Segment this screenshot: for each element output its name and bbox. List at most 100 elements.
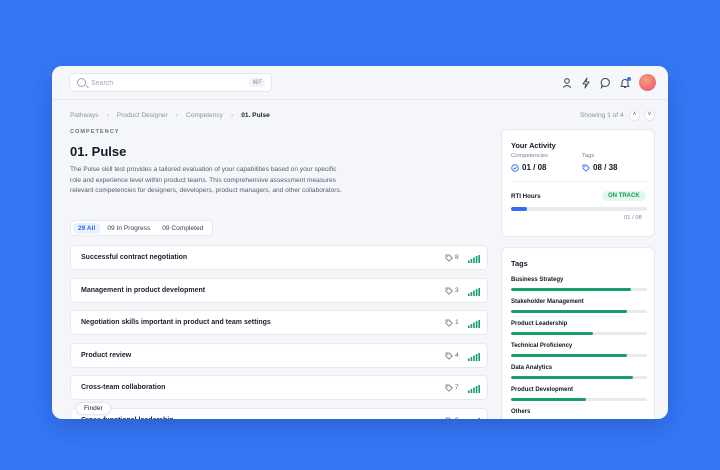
- competency-name: Management in product development: [81, 286, 206, 294]
- breadcrumb: Pathways › Product Designer › Competency › 01.…: [70, 112, 270, 119]
- filter-all[interactable]: 29 All: [73, 222, 101, 234]
- tag-level-bar: [511, 310, 647, 313]
- tag-item: Business Strategy: [511, 277, 647, 291]
- tag-level-bar: [511, 332, 647, 335]
- competency-name: Successful contract negotiation: [81, 254, 188, 261]
- pager-text: Showing 1 of 4: [580, 112, 624, 119]
- competencies-stat: 01 / 08: [511, 163, 546, 172]
- tag-icon: [582, 164, 590, 172]
- divider: [511, 181, 647, 182]
- signal-bars-icon: [468, 385, 480, 393]
- chevron-down-icon: ˅: [647, 112, 652, 118]
- tags-card: Tags Business Strategy Stakeholder Manage…: [501, 247, 655, 419]
- top-bar: ⌘F: [52, 66, 668, 100]
- tag-name: Stakeholder Management: [511, 299, 584, 305]
- bolt-icon[interactable]: [580, 77, 592, 89]
- tag-item: Technical Proficiency: [511, 343, 647, 357]
- rti-progress-bar: [511, 207, 647, 211]
- tag-level-bar: [511, 398, 647, 401]
- activity-card: Your Activity Competencies 01 / 08 Tags …: [501, 129, 655, 237]
- competency-name: Cross-team collaboration: [81, 384, 166, 391]
- tag-count: 9: [455, 417, 459, 420]
- tag-icon: [445, 384, 453, 392]
- avatar[interactable]: [639, 74, 656, 91]
- rti-hours-label: RTI Hours: [511, 193, 541, 200]
- table-row[interactable]: Cross-functional leadership 9: [70, 407, 488, 420]
- tags-title: Tags: [511, 259, 528, 268]
- table-row[interactable]: Management in product development 3: [70, 277, 488, 303]
- tag-count: 1: [455, 319, 459, 326]
- tag-icon: [445, 319, 453, 327]
- tag-level-bar: [511, 376, 647, 379]
- check-circle-icon: [511, 163, 519, 172]
- tag-count: 7: [455, 384, 459, 391]
- status-badge: ON TRACK: [602, 191, 646, 201]
- previous-button[interactable]: ˄: [629, 110, 640, 121]
- next-button[interactable]: ˅: [644, 110, 655, 121]
- notification-dot: [627, 77, 631, 81]
- tag-icon: [445, 287, 453, 295]
- breadcrumb-competency[interactable]: Competency: [186, 112, 223, 119]
- competencies-value: 01 / 08: [522, 163, 547, 172]
- tag-name: Product Leadership: [511, 321, 568, 327]
- chevron-up-icon: ˄: [632, 112, 637, 118]
- tag-item: Product Leadership: [511, 321, 647, 335]
- tag-level-bar: [511, 354, 647, 357]
- search-box[interactable]: ⌘F: [69, 73, 272, 92]
- competency-name: Negotiation skills important in product …: [81, 319, 271, 326]
- tag-level-fill: [511, 398, 586, 401]
- chat-icon[interactable]: [600, 77, 612, 89]
- search-shortcut: ⌘F: [249, 78, 265, 87]
- competencies-label: Competencies: [511, 153, 549, 159]
- breadcrumb-pathways[interactable]: Pathways: [70, 112, 99, 119]
- tag-count: 3: [455, 286, 459, 294]
- table-row[interactable]: Product review 4: [70, 342, 488, 368]
- competency-list: Successful contract negotiation 8 Manageme…: [70, 245, 488, 419]
- tag-count: 8: [455, 254, 459, 261]
- activity-title: Your Activity: [511, 141, 556, 150]
- page-description: The Pulse skill test provides a tailored…: [70, 166, 342, 194]
- user-icon[interactable]: [561, 77, 573, 89]
- table-row[interactable]: Negotiation skills important in product …: [70, 310, 488, 335]
- app-window: ⌘F Pathways › Product Designer › Competency ›…: [52, 66, 668, 419]
- filter-completed[interactable]: 09 Completed: [157, 223, 208, 234]
- signal-bars-icon: [475, 417, 480, 419]
- filter-in-progress[interactable]: 09 In Progress: [102, 223, 155, 234]
- rti-progress-fill: [511, 207, 528, 211]
- breadcrumb-product-designer[interactable]: Product Designer: [117, 112, 168, 119]
- tag-name: Product Development: [511, 387, 574, 393]
- tag-count: 4: [455, 351, 459, 359]
- tag-level-fill: [511, 354, 627, 357]
- finder-button[interactable]: Finder: [76, 402, 111, 415]
- signal-bars-icon: [468, 255, 480, 263]
- competency-name: Cross-functional leadership: [81, 417, 174, 420]
- tags-stat: 08 / 38: [582, 163, 617, 172]
- signal-bars-icon: [468, 352, 480, 361]
- breadcrumb-separator: ›: [106, 112, 109, 119]
- table-row[interactable]: Successful contract negotiation 8: [70, 245, 488, 270]
- filter-tabs: 29 All 09 In Progress 09 Completed: [70, 220, 214, 236]
- search-input[interactable]: [91, 76, 241, 90]
- search-icon: [77, 78, 86, 87]
- breadcrumb-current: 01. Pulse: [241, 112, 270, 119]
- tag-item: Data Analytics: [511, 365, 647, 379]
- tag-item: Stakeholder Management: [511, 299, 647, 313]
- tag-name: Others: [511, 409, 531, 415]
- tag-icon: [445, 254, 453, 262]
- tag-level-fill: [511, 310, 627, 313]
- tag-item: Product Development: [511, 387, 647, 401]
- page-eyebrow: COMPETENCY: [70, 129, 120, 135]
- tag-name: Business Strategy: [511, 277, 564, 283]
- tag-icon: [445, 352, 453, 360]
- signal-bars-icon: [468, 287, 480, 296]
- table-row[interactable]: Cross-team collaboration 7: [70, 375, 488, 400]
- signal-bars-icon: [468, 320, 480, 328]
- tag-name: Technical Proficiency: [511, 343, 573, 349]
- tag-level-bar: [511, 288, 647, 291]
- tags-label: Tags: [582, 153, 595, 159]
- rti-count: 01 / 08: [624, 215, 642, 221]
- breadcrumb-separator: ›: [230, 112, 234, 119]
- breadcrumb-separator: ›: [175, 112, 178, 119]
- tag-level-fill: [511, 288, 631, 291]
- tag-level-fill: [511, 332, 593, 335]
